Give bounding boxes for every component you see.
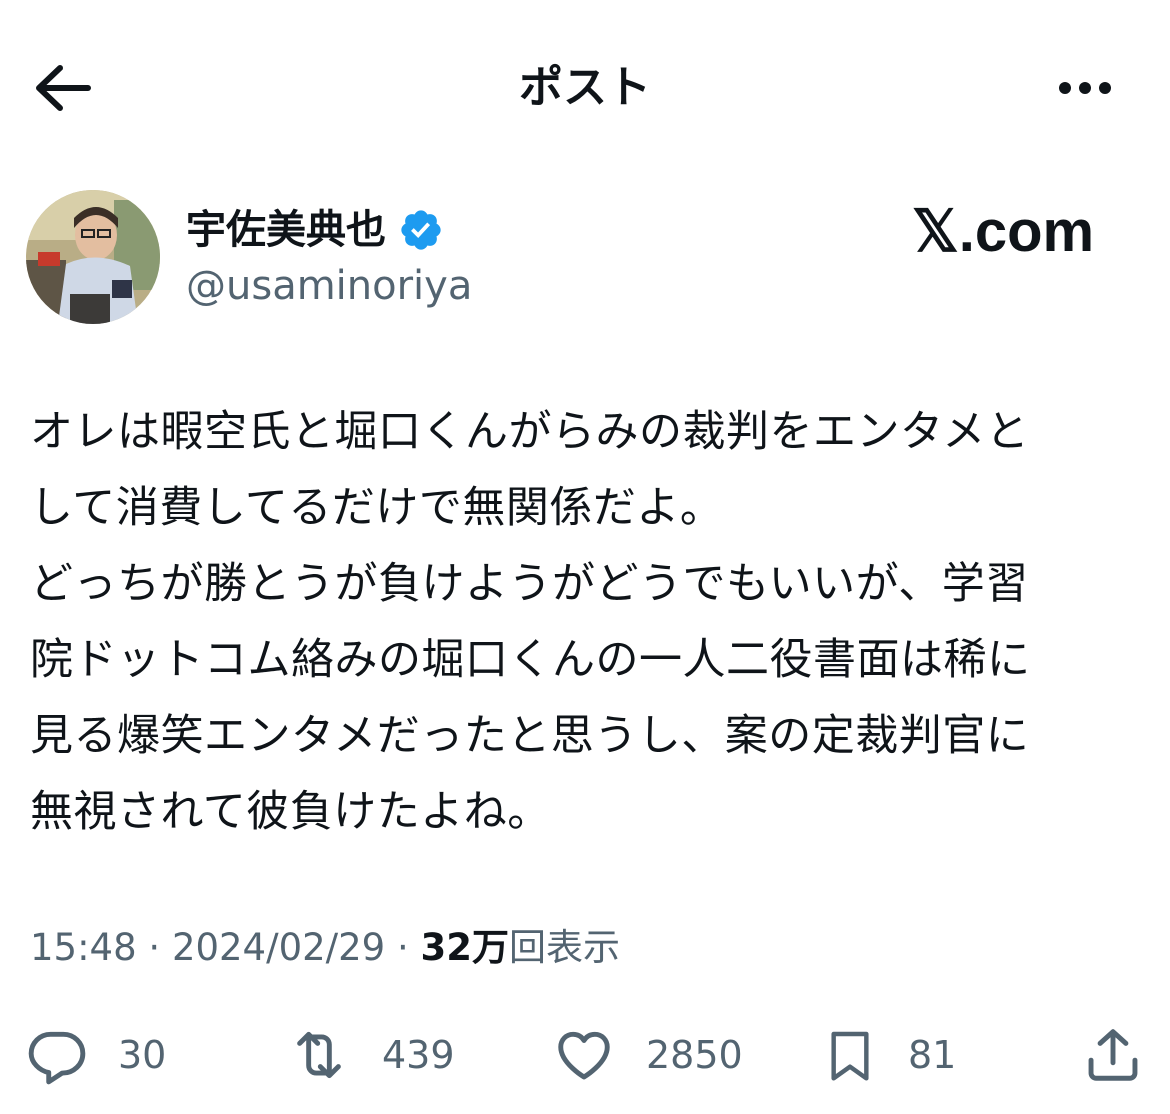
like-count: 2850 bbox=[646, 1033, 743, 1077]
tweet-time[interactable]: 15:48 bbox=[30, 926, 137, 969]
reply-count: 30 bbox=[118, 1033, 167, 1077]
bookmark-button[interactable]: 81 bbox=[822, 1020, 956, 1090]
share-button[interactable] bbox=[1082, 1020, 1144, 1090]
page-title: ポスト bbox=[519, 62, 651, 113]
share-icon bbox=[1088, 1029, 1138, 1081]
avatar[interactable] bbox=[26, 190, 160, 324]
author-name-row[interactable]: 宇佐美典也 bbox=[186, 200, 444, 260]
more-dots-icon bbox=[1059, 82, 1111, 94]
bookmark-icon bbox=[831, 1031, 869, 1081]
header-bar: ポスト bbox=[0, 0, 1170, 175]
verified-badge-icon bbox=[401, 210, 441, 250]
tweet-line: 見る爆笑エンタメだったと思うし、案の定裁判官に bbox=[30, 711, 1030, 761]
action-bar: 30 439 2850 81 bbox=[0, 1010, 1170, 1100]
x-com-watermark: 𝕏.com bbox=[912, 199, 1095, 264]
tweet-line: して消費してるだけで無関係だよ。 bbox=[30, 483, 724, 533]
more-options-button[interactable] bbox=[1050, 66, 1120, 110]
views-label: 回表示 bbox=[509, 926, 620, 969]
reply-button[interactable]: 30 bbox=[26, 1020, 166, 1090]
like-button[interactable]: 2850 bbox=[552, 1020, 743, 1090]
tweet-line: 無視されて彼負けたよね。 bbox=[30, 787, 551, 837]
meta-separator: · bbox=[148, 926, 161, 969]
meta-separator: · bbox=[396, 926, 409, 969]
repost-button[interactable]: 439 bbox=[286, 1020, 455, 1090]
reply-icon bbox=[28, 1031, 86, 1085]
author-handle[interactable]: @usaminoriya bbox=[186, 258, 472, 314]
bookmark-count: 81 bbox=[908, 1033, 957, 1077]
tweet-line: オレは暇空氏と堀口くんがらみの裁判をエンタメと bbox=[30, 407, 1030, 457]
repost-icon bbox=[297, 1031, 341, 1079]
tweet-line: どっちが勝とうが負けようがどうでもいいが、学習 bbox=[30, 559, 1029, 609]
author-display-name[interactable]: 宇佐美典也 bbox=[186, 200, 386, 260]
tweet-date[interactable]: 2024/02/29 bbox=[172, 926, 385, 969]
tweet-text: オレは暇空氏と堀口くんがらみの裁判をエンタメと して消費してるだけで無関係だよ。… bbox=[30, 394, 1140, 850]
views-count: 32万 bbox=[420, 926, 510, 969]
tweet-line: 院ドットコム絡みの堀口くんの一人二役書面は稀に bbox=[30, 635, 1031, 685]
repost-count: 439 bbox=[382, 1033, 455, 1077]
like-icon bbox=[558, 1031, 610, 1080]
tweet-meta: 15:48 · 2024/02/29 · 32万回表示 bbox=[30, 920, 620, 976]
avatar-photo bbox=[26, 190, 160, 324]
